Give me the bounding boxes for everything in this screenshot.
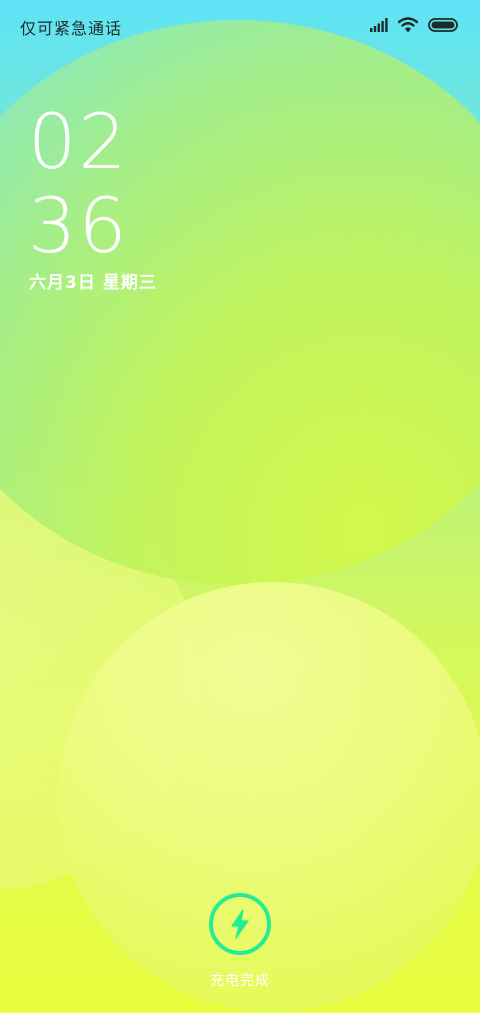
status-bar: 仅可紧急通话 xyxy=(0,0,480,52)
date-label: 六月3日 星期三 xyxy=(29,273,157,293)
clock-hour: 02 xyxy=(28,97,129,186)
lightning-icon xyxy=(231,909,249,939)
battery-icon xyxy=(428,17,458,32)
charging-status: 充电完成 xyxy=(210,973,270,989)
clock-minute: 36 xyxy=(28,181,129,270)
wifi-icon xyxy=(398,17,418,32)
signal-icon xyxy=(370,17,388,32)
lock-screen: 仅可紧急通话 02 36 六月3日 星期三 充电完成 xyxy=(0,0,480,1013)
status-icons xyxy=(370,17,458,32)
carrier-label: 仅可紧急通话 xyxy=(20,19,123,38)
clock: 02 36 xyxy=(28,100,129,268)
charging-indicator xyxy=(209,893,271,955)
background-blob xyxy=(58,582,480,1012)
